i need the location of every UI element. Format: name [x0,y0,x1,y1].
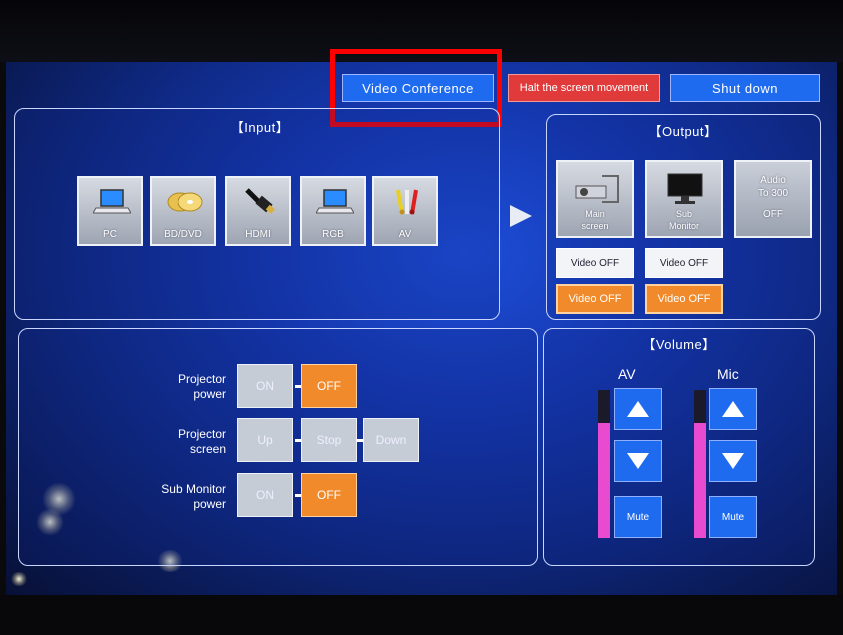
arrow-down-icon [627,453,649,469]
laptop-icon [316,189,354,214]
arrow-up-icon [627,401,649,417]
audio-to-300-button[interactable]: Audio To 300 OFF [734,160,812,238]
projector-power-label-line1: Projector [177,372,226,386]
source-label: AV [398,229,412,240]
sub-monitor-power-on-button[interactable]: ON [237,473,293,517]
av-volume-level [598,423,610,538]
sub-monitor-power-label-line1: Sub Monitor [161,482,226,496]
laptop-icon [93,189,131,214]
projector-power-off-button[interactable]: OFF [301,364,357,408]
av-mute-button[interactable]: Mute [614,496,662,538]
mic-volume-level [694,423,706,538]
source-label: BD/DVD [164,229,202,240]
sub-monitor-video-off-button[interactable]: Video OFF [645,248,723,278]
audio-label-3: OFF [763,208,783,220]
disc-icon [167,192,203,212]
mic-volume-label: Mic [717,366,739,382]
sub-monitor-power-off-button[interactable]: OFF [301,473,357,517]
audio-label-1: Audio [760,174,786,186]
projector-power-label-line2: power [193,387,226,401]
av-mute-label: Mute [626,511,650,523]
monitor-icon [667,173,703,204]
sub-monitor-label-1: Sub [675,209,692,219]
shut-down-button[interactable]: Shut down [670,74,820,102]
mic-mute-label: Mute [721,511,745,523]
av-volume-up-button[interactable] [614,388,662,430]
volume-panel-title: 【Volume】 [642,337,716,352]
projector-screen-up-button[interactable]: Up [237,418,293,462]
source-label: HDMI [245,229,271,240]
light-reflection [10,572,28,586]
av-volume-down-button[interactable] [614,440,662,482]
mic-volume-up-button[interactable] [709,388,757,430]
volume-panel [543,328,815,566]
sub-monitor-button[interactable]: Sub Monitor [645,160,723,238]
projector-icon [575,175,619,203]
av-volume-label: AV [618,366,636,382]
main-screen-button[interactable]: Main screen [556,160,634,238]
source-rgb-button[interactable]: RGB [300,176,366,246]
projector-screen-stop-button[interactable]: Stop [301,418,357,462]
sub-monitor-power-label-line2: power [193,497,226,511]
sub-monitor-video-off-active-button[interactable]: Video OFF [645,284,723,314]
av-cable-icon [396,189,418,215]
source-pc-button[interactable]: PC [77,176,143,246]
halt-screen-movement-button[interactable]: Halt the screen movement [508,74,660,102]
projector-screen-label-line1: Projector [177,427,226,441]
projector-screen-label-line2: screen [189,442,226,456]
main-screen-video-off-active-button[interactable]: Video OFF [556,284,634,314]
route-arrow-icon [510,205,532,227]
mic-mute-button[interactable]: Mute [709,496,757,538]
projector-power-label: Projector power [130,372,226,402]
main-screen-label-2: screen [581,221,609,231]
mic-volume-down-button[interactable] [709,440,757,482]
main-screen-video-off-button[interactable]: Video OFF [556,248,634,278]
monitor-bezel-bottom [0,595,843,635]
arrow-up-icon [722,401,744,417]
projector-screen-down-button[interactable]: Down [363,418,419,462]
arrow-down-icon [722,453,744,469]
projector-power-on-button[interactable]: ON [237,364,293,408]
sub-monitor-label-2: Monitor [668,221,699,231]
source-label: PC [103,229,117,240]
source-av-button[interactable]: AV [372,176,438,246]
source-bd-dvd-button[interactable]: BD/DVD [150,176,216,246]
main-screen-label-1: Main [585,209,605,219]
projector-screen-label: Projector screen [130,427,226,457]
sub-monitor-power-label: Sub Monitor power [130,482,226,512]
output-panel-title: 【Output】 [648,124,718,139]
hdmi-cable-icon [245,188,275,214]
audio-label-2: To 300 [757,187,789,199]
input-panel-title: 【Input】 [230,120,290,135]
source-label: RGB [322,229,344,240]
source-hdmi-button[interactable]: HDMI [225,176,291,246]
